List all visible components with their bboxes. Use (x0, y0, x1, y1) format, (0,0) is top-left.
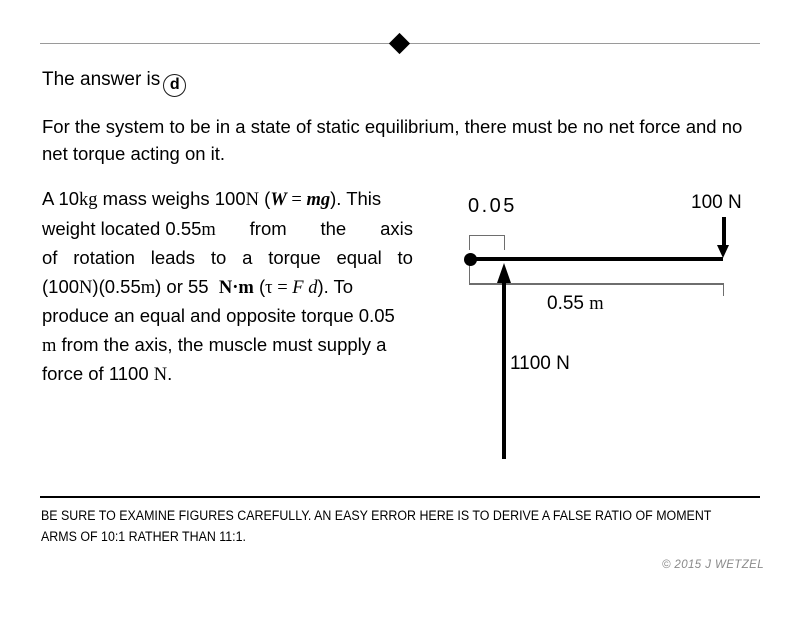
unit-newton: N (153, 365, 168, 385)
load-force-label: 100 N (691, 192, 742, 213)
explanation-line: produce an equal and opposite torque 0.0… (42, 305, 395, 326)
text-run: rotation (73, 247, 135, 268)
explanation-line: A 10kg mass weighs 100N (W = mg). This (42, 185, 413, 215)
text-run: weight located 0.55m (42, 215, 216, 245)
text-run: ( (259, 188, 271, 209)
pivot-dot-icon (464, 253, 477, 266)
long-distance-label: 0.55 m (547, 293, 604, 315)
text-run: equal (336, 247, 382, 268)
text-run: the (320, 217, 347, 239)
footer-note: BE SURE TO EXAMINE FIGURES CAREFULLY. AN… (41, 508, 712, 544)
answer-line: The answer is d (42, 68, 187, 97)
text-run: of (42, 247, 58, 268)
text-run: mass weighs 100 (97, 188, 246, 209)
diamond-bullet-icon (388, 32, 411, 55)
explanation-line: m from the axis, the muscle must supply … (42, 331, 413, 361)
long-distance-bracket-right (469, 283, 724, 296)
answer-choice-badge: d (163, 74, 187, 97)
text-run: A 10 (42, 188, 80, 209)
text-run: ) or 55 (155, 275, 209, 297)
arrow-shaft (501, 279, 506, 459)
text-run: a (242, 247, 253, 268)
long-distance-measure-line (469, 283, 723, 285)
explanation-paragraph: A 10kg mass weighs 100N (W = mg). This w… (42, 185, 413, 390)
text-run: axis (380, 217, 413, 239)
arrow-head (717, 245, 729, 258)
unit-meter: m (140, 277, 156, 298)
unit-meter: m (589, 294, 604, 314)
text-run: ). This (330, 188, 382, 209)
symbol-tau: τ (265, 277, 273, 298)
muscle-force-label: 1100 N (510, 353, 570, 374)
text-run: from the axis, the muscle must supply a (56, 333, 387, 355)
lever-diagram: 0.05 100 N 0.55 m 1100 N (455, 185, 785, 475)
intro-paragraph: For the system to be in a state of stati… (42, 116, 743, 164)
unit-meter: m (201, 219, 216, 240)
arrow-shaft (721, 217, 726, 247)
text-run: = (272, 277, 293, 298)
text-run: from (249, 217, 287, 239)
text-run: ). To (317, 275, 354, 297)
text-run: = (286, 190, 307, 210)
text-run: leads (150, 247, 196, 268)
text-run: )(0.55 (92, 275, 141, 297)
text-run: to (397, 247, 413, 268)
answer-prefix: The answer is (42, 69, 161, 90)
short-distance-label: 0.05 (468, 195, 517, 217)
unit-kg: kg (79, 190, 98, 210)
unit-newton-meter: N·m (218, 277, 254, 298)
lever-bar (469, 257, 723, 261)
long-distance-value: 0.55 (547, 293, 584, 314)
explanation-line: (100N)(0.55m) or 55 N·m (τ = F d). To (42, 273, 413, 303)
unit-meter: m (42, 335, 57, 356)
explanation-line: force of 1100 N. (42, 360, 413, 390)
text-run: force of 1100 (42, 363, 154, 384)
text-run: to (210, 247, 227, 268)
footer-divider-rule (40, 496, 760, 498)
text-run: weight located 0.55 (42, 217, 202, 239)
short-distance-bracket (469, 235, 505, 250)
text-run: . (167, 363, 173, 384)
unit-newton: N (245, 190, 259, 210)
copyright-notice: © 2015 J WETZEL (661, 559, 764, 571)
text-run: (100 (42, 275, 80, 297)
symbol-mg: mg (306, 190, 331, 210)
text-run: torque (268, 247, 321, 268)
symbol-weight: W (270, 190, 287, 210)
explanation-line: of rotation leads to a torque equal to (42, 244, 413, 273)
explanation-line: weight located 0.55m from the axis (42, 215, 413, 245)
symbol-force-distance: F d (292, 277, 318, 298)
unit-newton: N (79, 277, 93, 298)
